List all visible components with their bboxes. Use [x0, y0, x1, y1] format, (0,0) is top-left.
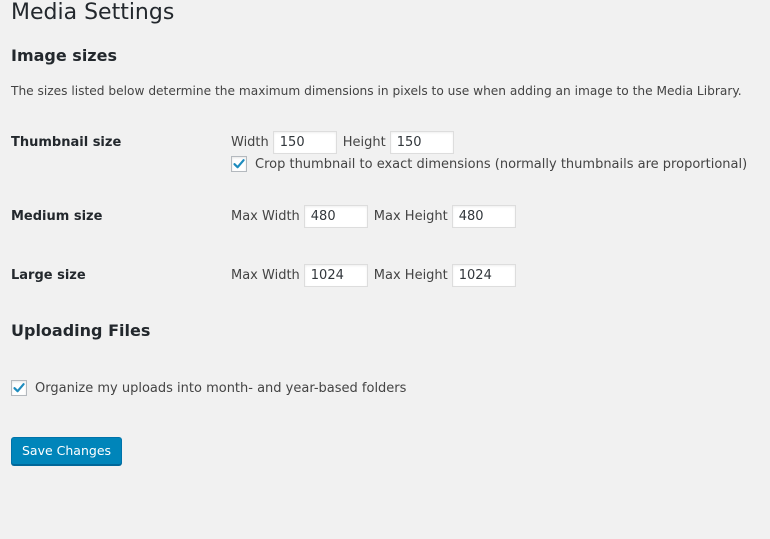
thumbnail-height-label: Height — [342, 134, 386, 150]
crop-thumbnail-checkbox[interactable] — [231, 156, 247, 172]
large-max-width-input[interactable] — [303, 263, 368, 287]
image-sizes-heading: Image sizes — [11, 46, 117, 65]
medium-size-label: Medium size — [11, 209, 103, 224]
checkmark-icon — [13, 383, 25, 393]
crop-thumbnail-option[interactable]: Crop thumbnail to exact dimensions (norm… — [231, 154, 747, 174]
organize-uploads-option[interactable]: Organize my uploads into month- and year… — [11, 378, 406, 398]
large-size-label: Large size — [11, 268, 86, 283]
organize-uploads-checkbox[interactable] — [11, 380, 27, 396]
page-title: Media Settings — [11, 0, 175, 25]
crop-thumbnail-label: Crop thumbnail to exact dimensions (norm… — [255, 156, 748, 172]
save-changes-button[interactable]: Save Changes — [11, 437, 123, 465]
medium-max-width-label: Max Width — [231, 208, 300, 224]
thumbnail-width-input[interactable] — [272, 130, 337, 154]
medium-max-height-input[interactable] — [451, 204, 516, 228]
thumbnail-height-input[interactable] — [389, 130, 454, 154]
organize-uploads-label: Organize my uploads into month- and year… — [35, 380, 407, 396]
checkmark-icon — [233, 159, 245, 169]
large-max-height-input[interactable] — [451, 263, 516, 287]
large-max-height-label: Max Height — [373, 267, 448, 283]
image-sizes-description: The sizes listed below determine the max… — [11, 84, 742, 98]
thumbnail-size-fields: Width Height — [231, 130, 460, 154]
medium-max-height-label: Max Height — [373, 208, 448, 224]
thumbnail-width-label: Width — [231, 134, 269, 150]
large-max-width-label: Max Width — [231, 267, 300, 283]
large-size-fields: Max Width Max Height — [231, 263, 522, 287]
medium-max-width-input[interactable] — [303, 204, 368, 228]
uploading-files-heading: Uploading Files — [11, 321, 151, 340]
medium-size-fields: Max Width Max Height — [231, 204, 522, 228]
media-settings-page: Media Settings Image sizes The sizes lis… — [0, 0, 770, 539]
thumbnail-size-label: Thumbnail size — [11, 135, 122, 150]
